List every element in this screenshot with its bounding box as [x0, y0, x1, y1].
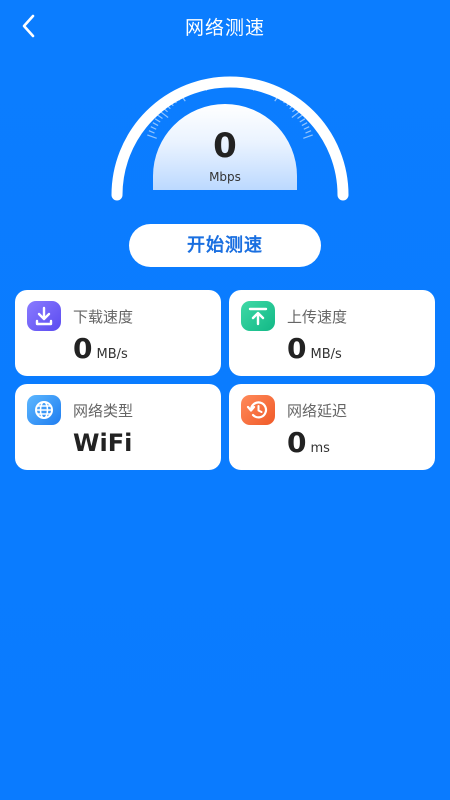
history-icon: [241, 395, 275, 425]
gauge-tick: [237, 77, 240, 84]
upload-value: 0 MB/s: [287, 332, 342, 365]
gauge-tick: [220, 77, 223, 84]
upload-unit: MB/s: [310, 347, 342, 362]
gauge-tick: [301, 122, 308, 127]
gauge-tick: [157, 114, 163, 119]
speed-unit: Mbps: [209, 170, 241, 184]
gauge-tick: [154, 118, 161, 123]
globe-icon: [27, 395, 61, 425]
start-test-button[interactable]: 开始测速: [129, 224, 321, 267]
gauge-tick: [299, 118, 306, 123]
latency-label: 网络延迟: [287, 402, 348, 420]
gauge-tick: [303, 126, 310, 130]
download-speed-card: 下载速度 0 MB/s: [15, 290, 221, 376]
network-type-card: 网络类型 WiFi: [15, 384, 221, 470]
download-unit: MB/s: [96, 347, 128, 362]
gauge-tick: [159, 110, 169, 118]
download-icon: [27, 301, 61, 331]
download-value: 0 MB/s: [73, 332, 128, 365]
gauge-tick: [305, 130, 312, 134]
download-label: 下载速度: [73, 308, 134, 326]
network-type-label: 网络类型: [73, 402, 134, 420]
speed-test-screen: 网络测速 0 Mbps 开始测速 下载速度 0MB/s 上传速度 0MB/s: [0, 0, 450, 800]
upload-label: 上传速度: [287, 308, 348, 326]
latency-unit: ms: [310, 441, 330, 456]
header: 网络测速: [0, 0, 450, 52]
gauge-tick: [303, 134, 313, 139]
upload-icon: [241, 301, 275, 331]
gauge-tick: [291, 110, 301, 118]
latency-value: 0 ms: [287, 426, 330, 459]
page-title: 网络测速: [184, 17, 265, 39]
network-type-value: WiFi: [73, 429, 133, 457]
latency-card: 网络延迟 0 ms: [229, 384, 435, 470]
gauge-tick: [297, 114, 303, 119]
upload-speed-card: 上传速度 0 MB/s: [229, 290, 435, 376]
speed-value: 0: [213, 126, 237, 166]
